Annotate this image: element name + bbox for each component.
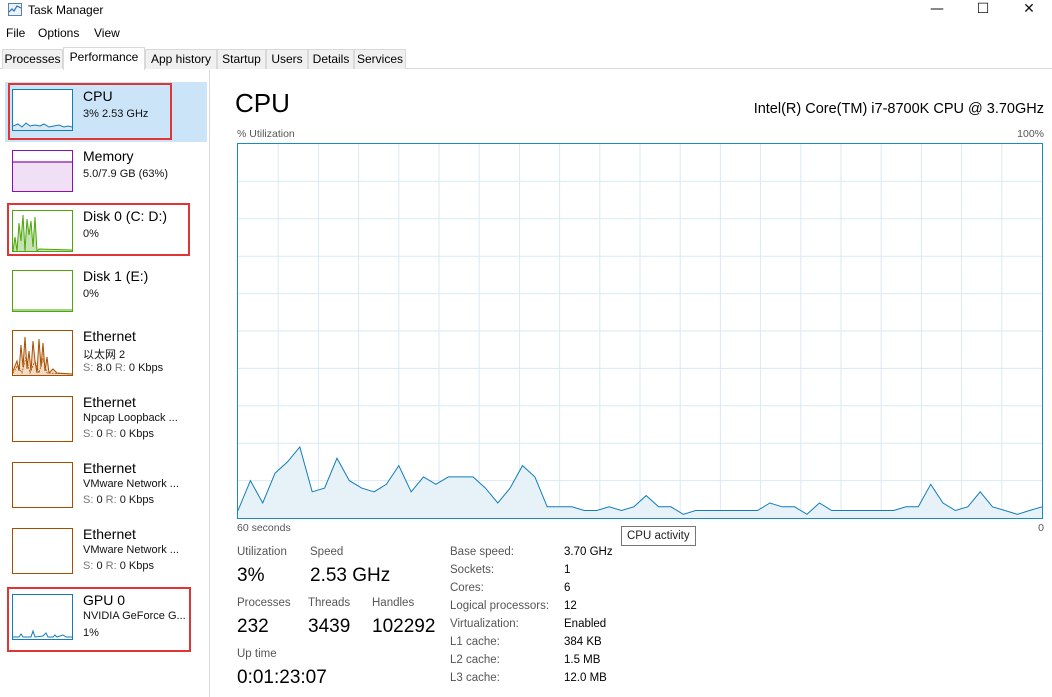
- sidebar-item-memory[interactable]: Memory 5.0/7.9 GB (63%): [5, 142, 207, 202]
- utilization-label: Utilization: [237, 546, 287, 558]
- tab-details[interactable]: Details: [308, 49, 354, 69]
- ethernet-3-thumbnail-graph: [12, 462, 73, 508]
- speed-label: Speed: [310, 546, 344, 558]
- sidebar-item-ethernet-1[interactable]: Ethernet 以太网 2 S: 8.0 R: 0 Kbps: [5, 322, 207, 388]
- ethernet-2-thumbnail-graph: [12, 396, 73, 442]
- sidebar-item-throughput: S: 8.0 R: 0 Kbps: [83, 362, 164, 374]
- sidebar-item-ethernet-2[interactable]: Ethernet Npcap Loopback ... S: 0 R: 0 Kb…: [5, 388, 207, 454]
- sidebar-item-ethernet-3[interactable]: Ethernet VMware Network ... S: 0 R: 0 Kb…: [5, 454, 207, 520]
- spec-virtualization-label: Virtualization:: [450, 618, 519, 630]
- sidebar-item-label: Memory: [83, 148, 134, 164]
- sidebar-item-detail: VMware Network ...: [83, 544, 179, 556]
- spec-l1-cache-value: 384 KB: [564, 636, 602, 648]
- speed-value: 2.53 GHz: [310, 565, 391, 586]
- sidebar-item-detail: 以太网 2: [83, 349, 126, 361]
- ethernet-4-thumbnail-graph: [12, 528, 73, 574]
- tab-startup[interactable]: Startup: [217, 49, 266, 69]
- spec-l2-cache-value: 1.5 MB: [564, 654, 601, 666]
- spec-virtualization-value: Enabled: [564, 618, 607, 630]
- tab-users[interactable]: Users: [266, 49, 308, 69]
- handles-value: 102292: [372, 616, 436, 637]
- utilization-value: 3%: [237, 565, 265, 586]
- spec-cores-label: Cores:: [450, 582, 484, 594]
- minimize-button[interactable]: —: [914, 0, 960, 20]
- spec-l2-cache-label: L2 cache:: [450, 654, 500, 666]
- spec-sockets-label: Sockets:: [450, 564, 495, 576]
- sidebar-item-disk-1[interactable]: Disk 1 (E:) 0%: [5, 262, 207, 322]
- highlight-box-gpu-0: [7, 587, 191, 652]
- sidebar-item-label: Disk 1 (E:): [83, 268, 149, 284]
- handles-label: Handles: [372, 597, 415, 609]
- highlight-box-cpu: [8, 83, 172, 140]
- sidebar: CPU 3% 2.53 GHz Memory 5.0/7.9 GB (63%) …: [0, 70, 210, 697]
- tab-processes[interactable]: Processes: [2, 49, 63, 69]
- sidebar-item-label: Ethernet: [83, 460, 136, 476]
- close-button[interactable]: ✕: [1006, 0, 1052, 20]
- processes-label: Processes: [237, 597, 291, 609]
- sidebar-item-label: Ethernet: [83, 526, 136, 542]
- tab-performance[interactable]: Performance: [63, 47, 145, 70]
- x-axis-left-label: 60 seconds: [237, 522, 291, 534]
- threads-label: Threads: [308, 597, 351, 609]
- disk-1-thumbnail-graph: [12, 270, 73, 312]
- uptime-label: Up time: [237, 648, 277, 660]
- sidebar-item-label: Ethernet: [83, 328, 136, 344]
- menu-view[interactable]: View: [94, 26, 120, 40]
- cpu-utilization-graph[interactable]: [237, 143, 1043, 519]
- sidebar-item-throughput: S: 0 R: 0 Kbps: [83, 428, 154, 440]
- y-axis-max-label: 100%: [1017, 128, 1044, 140]
- highlight-box-disk-0: [7, 203, 190, 256]
- spec-logical-processors-label: Logical processors:: [450, 600, 550, 612]
- sidebar-item-ethernet-4[interactable]: Ethernet VMware Network ... S: 0 R: 0 Kb…: [5, 520, 207, 586]
- cpu-detail-panel: CPU Intel(R) Core(TM) i7-8700K CPU @ 3.7…: [211, 70, 1052, 697]
- graph-tooltip: CPU activity: [621, 526, 696, 546]
- sidebar-item-detail: 0%: [83, 288, 99, 300]
- spec-l3-cache-value: 12.0 MB: [564, 672, 607, 684]
- spec-l1-cache-label: L1 cache:: [450, 636, 500, 648]
- window-title: Task Manager: [28, 3, 104, 17]
- menu-options[interactable]: Options: [38, 26, 79, 40]
- title-bar: Task Manager — ☐ ✕: [0, 0, 1052, 22]
- task-manager-icon: [8, 3, 22, 16]
- tab-app-history[interactable]: App history: [145, 49, 217, 69]
- x-axis-right-label: 0: [1038, 522, 1044, 534]
- spec-l3-cache-label: L3 cache:: [450, 672, 500, 684]
- spec-logical-processors-value: 12: [564, 600, 577, 612]
- sidebar-item-throughput: S: 0 R: 0 Kbps: [83, 560, 154, 572]
- menu-file[interactable]: File: [6, 26, 25, 40]
- ethernet-1-thumbnail-graph: [12, 330, 73, 376]
- sidebar-item-detail: Npcap Loopback ...: [83, 412, 178, 424]
- cpu-model-name: Intel(R) Core(TM) i7-8700K CPU @ 3.70GHz: [753, 101, 1044, 117]
- threads-value: 3439: [308, 616, 351, 637]
- tab-services[interactable]: Services: [354, 49, 406, 69]
- spec-cores-value: 6: [564, 582, 571, 594]
- processes-value: 232: [237, 616, 269, 637]
- sidebar-item-label: Ethernet: [83, 394, 136, 410]
- maximize-button[interactable]: ☐: [960, 0, 1006, 20]
- y-axis-label: % Utilization: [237, 128, 295, 140]
- spec-base-speed-label: Base speed:: [450, 546, 514, 558]
- sidebar-item-detail: VMware Network ...: [83, 478, 179, 490]
- sidebar-item-throughput: S: 0 R: 0 Kbps: [83, 494, 154, 506]
- tab-bar: Processes Performance App history Startu…: [0, 47, 1052, 70]
- spec-sockets-value: 1: [564, 564, 571, 576]
- spec-base-speed-value: 3.70 GHz: [564, 546, 613, 558]
- sidebar-item-detail: 5.0/7.9 GB (63%): [83, 168, 168, 180]
- page-title: CPU: [235, 88, 290, 118]
- memory-thumbnail-graph: [12, 150, 73, 192]
- uptime-value: 0:01:23:07: [237, 667, 327, 688]
